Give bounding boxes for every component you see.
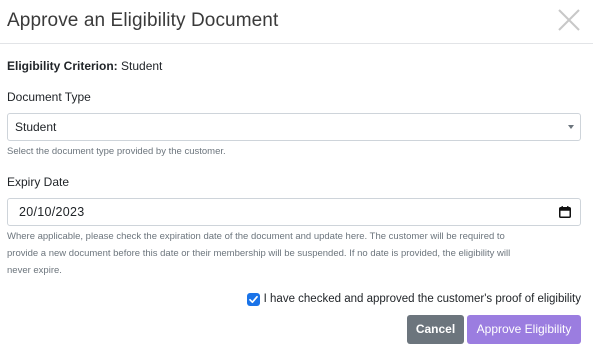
cancel-button[interactable]: Cancel xyxy=(407,315,464,344)
approve-eligibility-button[interactable]: Approve Eligibility xyxy=(467,315,581,344)
expiry-date-help: Where applicable, please check the expir… xyxy=(7,228,510,279)
criterion-value: Student xyxy=(121,59,163,73)
expiry-help-line: never expire. xyxy=(7,265,62,276)
document-type-select[interactable]: Student xyxy=(7,113,581,141)
expiry-help-line: provide a new document before this date … xyxy=(7,248,511,259)
confirmation-row: I have checked and approved the customer… xyxy=(246,291,581,307)
chevron-down-icon xyxy=(568,125,574,129)
confirmation-checkbox[interactable] xyxy=(246,292,260,306)
close-button[interactable] xyxy=(555,6,583,34)
expiry-date-value: 20/10/2023 xyxy=(19,205,85,219)
document-type-help: Select the document type provided by the… xyxy=(7,146,226,157)
expiry-date-label: Expiry Date xyxy=(7,175,70,189)
criterion-label: Eligibility Criterion: xyxy=(7,59,118,73)
close-icon xyxy=(558,9,580,31)
document-type-label: Document Type xyxy=(7,90,91,104)
approve-eligibility-dialog: Approve an Eligibility Document Eligibil… xyxy=(0,0,593,352)
dialog-title: Approve an Eligibility Document xyxy=(7,10,279,31)
expiry-date-input[interactable]: 20/10/2023 xyxy=(7,198,581,226)
confirmation-label[interactable]: I have checked and approved the customer… xyxy=(264,293,581,305)
checkmark-icon xyxy=(248,295,258,303)
expiry-help-line: Where applicable, please check the expir… xyxy=(7,231,505,242)
document-type-selected: Student xyxy=(15,120,57,134)
calendar-icon[interactable] xyxy=(559,206,571,218)
dialog-header: Approve an Eligibility Document xyxy=(0,0,593,44)
eligibility-criterion: Eligibility Criterion: Student xyxy=(7,59,162,73)
